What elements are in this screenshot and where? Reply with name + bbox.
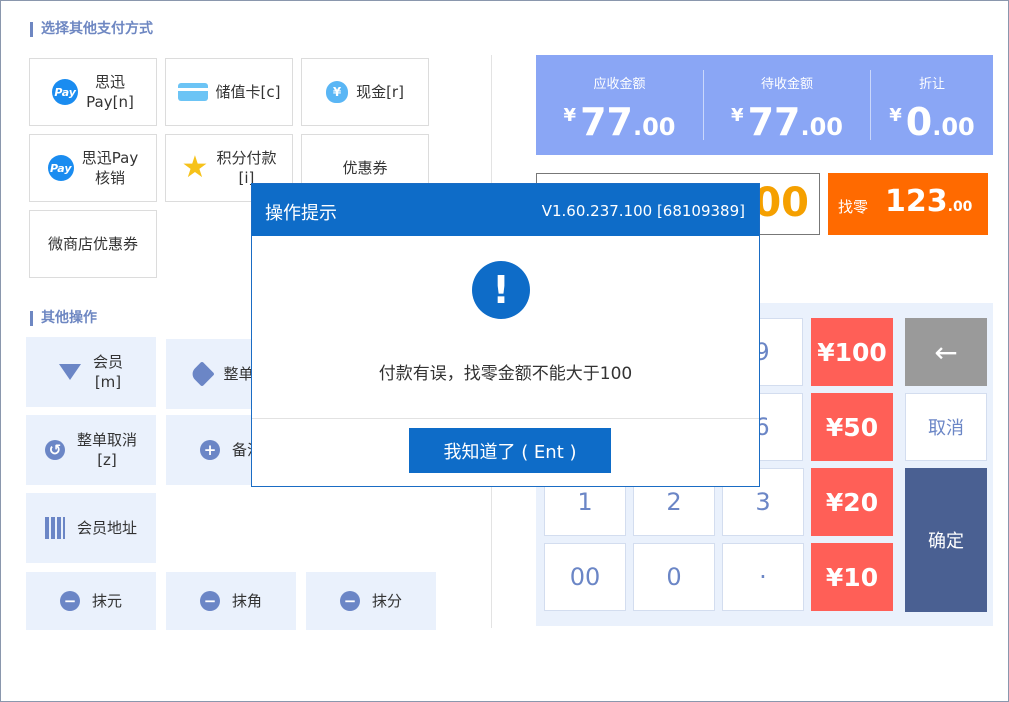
pay-icon: Pay — [47, 155, 74, 181]
version-label: V1.60.237.100 [68109389] — [541, 202, 745, 220]
member-button[interactable]: 会员 [m] — [26, 337, 156, 407]
change-caption: 找零 — [838, 198, 869, 216]
key-00[interactable]: 00 — [544, 543, 626, 611]
cancel-key[interactable]: 取消 — [905, 393, 987, 461]
cash-label: 现金[r] — [356, 83, 404, 101]
backspace-key[interactable]: ← — [905, 318, 987, 386]
receivable-dec: .00 — [632, 113, 676, 141]
amount-summary: 应收金额 ¥77.00 待收金额 ¥77.00 折让 ¥0.00 — [536, 55, 993, 155]
acknowledge-button[interactable]: 我知道了 ( Ent ) — [409, 428, 611, 473]
dialog-message: 付款有误，找零金额不能大于100 — [378, 364, 633, 384]
tag-icon — [189, 361, 216, 387]
member-address-button[interactable]: 会员地址 — [26, 493, 156, 563]
minus-icon: − — [59, 591, 80, 611]
quick-amount-50[interactable]: ¥50 — [811, 393, 893, 461]
plus-icon: + — [199, 440, 220, 460]
stored-value-card-label: 储值卡[c] — [215, 83, 281, 101]
dialog-separator — [252, 418, 759, 419]
currency-symbol: ¥ — [889, 105, 902, 126]
receivable-amount: 应收金额 ¥77.00 — [536, 55, 703, 155]
receivable-int: 77 — [580, 100, 633, 144]
confirm-key[interactable]: 确定 — [905, 468, 987, 612]
pending-caption: 待收金额 — [760, 77, 813, 92]
change-display: 找零 123.00 — [828, 173, 988, 235]
quick-amount-100[interactable]: ¥100 — [811, 318, 893, 386]
sixun-pay-button[interactable]: Pay 思迅 Pay[n] — [29, 58, 157, 126]
microstore-coupon-button[interactable]: 微商店优惠券 — [29, 210, 157, 278]
sixun-pay-writeoff-label: 思迅Pay 核销 — [81, 149, 139, 187]
discount-int: 0 — [905, 100, 933, 144]
quick-amount-20[interactable]: ¥20 — [811, 468, 893, 536]
operations-section-title: 其他操作 — [30, 311, 97, 326]
round-fen-button[interactable]: − 抹分 — [306, 572, 436, 630]
payment-amount-value: 00 — [753, 180, 809, 226]
member-label: 会员 [m] — [92, 353, 123, 391]
pending-dec: .00 — [800, 113, 843, 141]
pending-int: 77 — [747, 100, 801, 144]
discount-amount: 折让 ¥0.00 — [871, 55, 993, 155]
sixun-pay-label: 思迅 Pay[n] — [86, 73, 134, 111]
round-yuan-label: 抹元 — [91, 592, 122, 610]
minus-icon: − — [199, 591, 220, 611]
points-payment-label: 积分付款 [i] — [216, 149, 277, 187]
alert-dialog: 操作提示 V1.60.237.100 [68109389] ! 付款有误，找零金… — [251, 183, 760, 487]
change-dec: .00 — [947, 199, 973, 215]
discount-caption: 折让 — [918, 77, 945, 92]
building-icon — [44, 517, 65, 539]
diamond-icon — [58, 364, 81, 380]
coupon-label: 优惠券 — [342, 159, 388, 177]
payment-section-title: 选择其他支付方式 — [30, 22, 153, 37]
round-jiao-label: 抹角 — [231, 592, 262, 610]
key-dot[interactable]: · — [722, 543, 804, 611]
key-0[interactable]: 0 — [633, 543, 715, 611]
minus-icon: − — [339, 591, 360, 611]
round-fen-label: 抹分 — [371, 592, 402, 610]
undo-icon: ↺ — [44, 440, 65, 460]
card-icon — [177, 83, 208, 101]
dialog-title: 操作提示 — [265, 203, 337, 224]
change-int: 123 — [885, 184, 948, 219]
stored-value-card-button[interactable]: 储值卡[c] — [165, 58, 293, 126]
dialog-header: 操作提示 V1.60.237.100 [68109389] — [252, 184, 759, 236]
currency-symbol: ¥ — [563, 105, 577, 126]
money-bag-icon: ¥ — [326, 81, 349, 103]
cancel-order-label: 整单取消 [z] — [76, 431, 137, 469]
discount-dec: .00 — [932, 113, 975, 141]
quick-amount-10[interactable]: ¥10 — [811, 543, 893, 611]
round-jiao-button[interactable]: − 抹角 — [166, 572, 296, 630]
member-address-label: 会员地址 — [76, 519, 137, 537]
receivable-caption: 应收金额 — [593, 77, 646, 92]
exclamation-icon: ! — [472, 261, 530, 319]
currency-symbol: ¥ — [731, 105, 744, 126]
star-icon: ★ — [181, 150, 209, 185]
microstore-coupon-label: 微商店优惠券 — [47, 235, 138, 253]
round-yuan-button[interactable]: − 抹元 — [26, 572, 156, 630]
sixun-pay-writeoff-button[interactable]: Pay 思迅Pay 核销 — [29, 134, 157, 202]
pending-amount: 待收金额 ¥77.00 — [704, 55, 870, 155]
cash-button[interactable]: ¥ 现金[r] — [301, 58, 429, 126]
cancel-order-button[interactable]: ↺ 整单取消 [z] — [26, 415, 156, 485]
pay-icon: Pay — [52, 79, 79, 105]
